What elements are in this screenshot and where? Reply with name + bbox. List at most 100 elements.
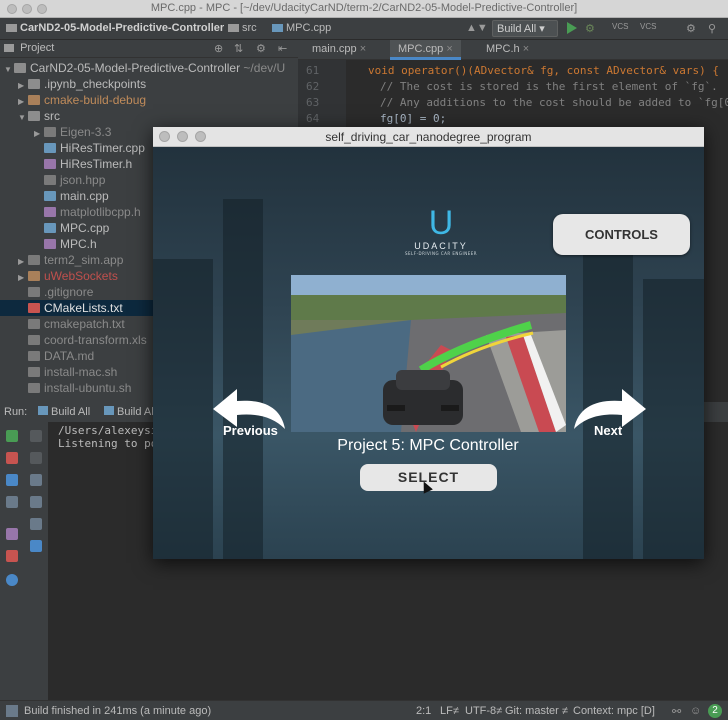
close-icon[interactable]: × [360,43,366,55]
tree-item[interactable]: ▶ .ipynb_checkpoints [0,76,298,92]
controls-button[interactable]: CONTROLS [553,214,690,255]
debug-icon[interactable]: ⚙ [585,22,595,35]
git-branch[interactable]: Git: master ≠ [505,705,568,717]
hide-icon[interactable]: ⇤ [278,42,287,55]
rerun-icon[interactable] [6,430,18,442]
city-backdrop [153,259,213,559]
track-preview-scene [291,275,566,432]
print-icon[interactable] [30,518,42,530]
run-configuration-select[interactable]: Build All ▾ [492,20,558,37]
tree-root[interactable]: ▼ CarND2-05-Model-Predictive-Controller ~… [0,60,298,76]
project-panel-title[interactable]: Project [20,42,54,54]
code-line[interactable]: void operator()(ADvector& fg, const ADve… [368,64,719,77]
file-icon [28,319,40,329]
tab-mpc-cpp[interactable]: MPC.cpp × [390,40,461,60]
file-icon [28,351,40,361]
breadcrumb-folder[interactable]: src [228,22,257,34]
header-file-icon [44,239,56,249]
udacity-logo-mark: U [428,204,454,242]
tree-item[interactable]: ▼ src [0,108,298,124]
notifications-badge[interactable]: 2 [708,704,722,718]
run-tab-2[interactable]: Build Al [104,406,154,418]
locate-icon[interactable]: ⊕ [214,42,223,55]
layout-icon[interactable] [6,496,18,508]
city-backdrop [643,279,704,559]
vcs-update-button[interactable]: VCS [612,22,628,31]
line-separator[interactable]: LF≠ [440,705,459,717]
line-number: 64 [306,112,320,125]
pin-icon[interactable] [6,528,18,540]
cpp-file-icon [44,143,56,153]
project-icon [4,44,14,52]
caret-position[interactable]: 2:1 [416,705,431,717]
file-icon [28,287,40,297]
breadcrumb-project[interactable]: CarND2-05-Model-Predictive-Controller [6,22,224,34]
code-line[interactable]: // The cost is stored is the first eleme… [380,80,718,93]
stop-icon[interactable] [6,452,18,464]
simulator-title: self_driving_car_nanodegree_program [325,130,532,144]
run-tab-1[interactable]: Build All [38,406,90,418]
run-icon[interactable] [567,22,577,34]
tab-main-cpp[interactable]: main.cpp × [304,40,374,60]
wrap-icon[interactable] [30,474,42,486]
folder-icon [28,255,40,265]
folder-icon [28,95,40,105]
file-encoding[interactable]: UTF-8≠ [465,705,502,717]
pause-icon[interactable] [6,474,18,486]
search-icon[interactable]: ⚲ [708,22,716,35]
build-icon[interactable]: ▲▼ [466,22,488,34]
close-icon[interactable] [6,550,18,562]
tree-item[interactable]: ▶ cmake-build-debug [0,92,298,108]
cpp-file-icon [44,191,56,201]
run-label: Run: [4,406,28,418]
gear-icon[interactable]: ⚙ [256,42,266,55]
breadcrumb-file[interactable]: MPC.cpp [272,22,331,34]
lock-icon[interactable]: ⚯ [672,705,681,718]
line-number: 63 [306,96,320,109]
console-line: Listening to por [58,437,164,450]
tab-mpc-h[interactable]: MPC.h × [478,40,537,60]
simulator-window: self_driving_car_nanodegree_program U UD… [153,127,704,559]
run-toolbar [0,422,48,700]
file-icon [28,383,40,393]
context-selector[interactable]: Context: mpc [D] [573,705,655,717]
help-icon[interactable] [6,574,18,586]
cpp-file-icon [44,223,56,233]
folder-icon [28,111,40,121]
udacity-logo-subtext: SELF-DRIVING CAR ENGINEER [404,251,478,256]
file-icon [44,175,56,185]
folder-icon [44,127,56,137]
trash-icon[interactable] [30,540,42,552]
vcs-commit-button[interactable]: VCS [640,22,656,31]
inspector-icon[interactable]: ☺ [690,705,701,717]
down-icon[interactable] [30,452,42,464]
close-icon[interactable]: × [523,43,529,55]
track-preview-image [291,275,566,432]
console-line: /Users/alexeysim [58,424,164,437]
navigation-bar: CarND2-05-Model-Predictive-Controller sr… [0,18,728,40]
header-file-icon [44,159,56,169]
ide-title-bar: MPC.cpp - MPC - [~/dev/UdacityCarND/term… [0,0,728,18]
folder-icon [14,63,26,73]
previous-label[interactable]: Previous [223,423,278,438]
editor-tabs: main.cpp × MPC.cpp × MPC.h × [298,40,728,60]
toggle-tool-windows-icon[interactable] [6,705,18,717]
code-line[interactable]: // Any additions to the cost should be a… [380,96,728,109]
code-line[interactable]: fg[0] = 0; [380,112,446,125]
scroll-end-icon[interactable] [30,496,42,508]
simulator-menu: U UDACITY SELF-DRIVING CAR ENGINEER CONT… [153,147,704,559]
header-file-icon [44,207,56,217]
status-bar: Build finished in 241ms (a minute ago) 2… [0,700,728,720]
simulator-title-bar: self_driving_car_nanodegree_program [153,127,704,147]
status-message: Build finished in 241ms (a minute ago) [24,705,212,717]
line-number: 61 [306,64,320,77]
next-label[interactable]: Next [594,423,622,438]
close-icon[interactable]: × [446,43,452,55]
folder-icon [228,24,239,32]
city-backdrop [223,199,263,559]
settings-icon[interactable]: ⚙ [686,22,696,35]
collapse-icon[interactable]: ⇅ [234,42,243,55]
line-number: 62 [306,80,320,93]
cmake-file-icon [28,303,40,313]
up-icon[interactable] [30,430,42,442]
